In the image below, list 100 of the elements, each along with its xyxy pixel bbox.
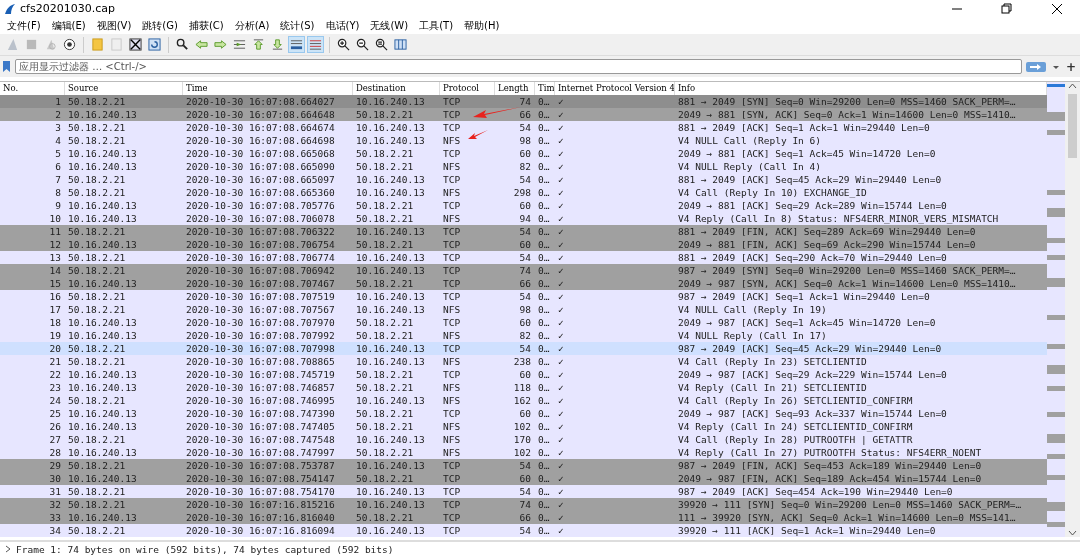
destination-cell-text: 50.18.2.21	[355, 108, 414, 122]
packet-row[interactable]: 31 50.18.2.21 2020-10-30 16:07:08.754170 10.16.240.13 TCP 54 0… ✓ 987 → 2049 [ACK] Seq=454 Ack=190 Win=29440 Len=0	[0, 485, 1047, 499]
packet-row[interactable]: 3 50.18.2.21 2020-10-30 16:07:08.664674 10.16.240.13 TCP 54 0… ✓ 881 → 2049 [ACK] Seq=1 Ack=1 Win=29440 Len=0	[0, 121, 1047, 135]
menu-item[interactable]: 工具(T)	[414, 17, 460, 34]
packet-row[interactable]: 12 10.16.240.13 2020-10-30 16:07:08.706754 50.18.2.21 TCP 60 0… ✓ 2049 → 881 [FIN, ACK] Seq=69 Ack=290 Win=15744 Len=0	[0, 238, 1047, 252]
zoom-reset-icon[interactable]	[373, 36, 390, 53]
packet-row[interactable]: 28 10.16.240.13 2020-10-30 16:07:08.747997 50.18.2.21 NFS 102 0… ✓ V4 Reply (Call In 27) PUTROOTFH Status: NFS4ERR_NOENT	[0, 446, 1047, 460]
check-cell-text: ✓	[557, 108, 564, 122]
menu-item[interactable]: 捕获(C)	[183, 17, 230, 34]
info-cell-text: 881 → 2049 [ACK] Seq=290 Ack=70 Win=29440 Len=0	[677, 251, 947, 265]
packet-row[interactable]: 21 50.18.2.21 2020-10-30 16:07:08.708865 10.16.240.13 NFS 238 0… ✓ V4 Call (Reply In 23) SETCLIENTID	[0, 355, 1047, 369]
check-cell-text: ✓	[557, 329, 564, 343]
table-cell-text: 0…	[537, 498, 550, 512]
check-cell-text: ✓	[557, 121, 564, 135]
time-cell-text: 2020-10-30 16:07:08.664027	[185, 95, 335, 109]
protocol-cell-text: TCP	[442, 511, 461, 525]
scroll-up-icon[interactable]	[1068, 82, 1077, 91]
protocol-cell-text: NFS	[442, 433, 461, 447]
info-cell-text: 987 → 2049 [ACK] Seq=1 Ack=1 Win=29440 Len=0	[677, 290, 930, 304]
source-cell-text: 50.18.2.21	[67, 303, 126, 317]
packet-row[interactable]: 30 10.16.240.13 2020-10-30 16:07:08.754147 50.18.2.21 TCP 60 0… ✓ 2049 → 987 [FIN, ACK] Seq=189 Ack=454 Win=15744 Len=0	[0, 472, 1047, 486]
packet-row[interactable]: 18 10.16.240.13 2020-10-30 16:07:08.707970 50.18.2.21 TCP 60 0… ✓ 2049 → 987 [ACK] Seq=1 Ack=45 Win=14720 Len=0	[0, 316, 1047, 330]
packet-row[interactable]: 2 10.16.240.13 2020-10-30 16:07:08.664648 50.18.2.21 TCP 66 0… ✓ 2049 → 881 [SYN, ACK] Seq=0 Ack=1 Win=14600 Len=0 MSS=1410…	[0, 108, 1047, 122]
reload-icon[interactable]	[146, 36, 163, 53]
packet-row[interactable]: 5 10.16.240.13 2020-10-30 16:07:08.665068 50.18.2.21 TCP 60 0… ✓ 2049 → 881 [ACK] Seq=1 Ack=45 Win=14720 Len=0	[0, 147, 1047, 161]
packet-row[interactable]: 17 50.18.2.21 2020-10-30 16:07:08.707567 10.16.240.13 NFS 98 0… ✓ V4 NULL Call (Reply In 19)	[0, 303, 1047, 317]
check-cell-text: ✓	[557, 433, 564, 447]
time-cell-text: 2020-10-30 16:07:08.746857	[185, 381, 335, 395]
time-cell-text: 2020-10-30 16:07:08.706078	[185, 212, 335, 226]
menu-item[interactable]: 无线(W)	[365, 17, 415, 34]
packet-row[interactable]: 10 10.16.240.13 2020-10-30 16:07:08.706078 50.18.2.21 NFS 94 0… ✓ V4 Reply (Call In 8) Status: NFS4ERR_MINOR_VERS_MISMATCH	[0, 212, 1047, 226]
time-cell-text: 2020-10-30 16:07:08.747548	[185, 433, 335, 447]
vertical-scrollbar[interactable]	[1065, 82, 1080, 538]
protocol-cell-text: TCP	[442, 225, 461, 239]
table-cell-text: 0…	[537, 147, 550, 161]
menu-item[interactable]: 视图(V)	[91, 17, 138, 34]
packet-row[interactable]: 15 10.16.240.13 2020-10-30 16:07:08.707467 50.18.2.21 TCP 66 0… ✓ 2049 → 987 [SYN, ACK] Seq=0 Ack=1 Win=14600 Len=0 MSS=1410…	[0, 277, 1047, 291]
packet-row[interactable]: 32 50.18.2.21 2020-10-30 16:07:16.815216 10.16.240.13 TCP 74 0… ✓ 39920 → 111 [SYN] Seq=0 Win=29200 Len=0 MSS=1460 SACK_PERM=…	[0, 498, 1047, 512]
packet-row[interactable]: 14 50.18.2.21 2020-10-30 16:07:08.706942 10.16.240.13 TCP 74 0… ✓ 987 → 2049 [SYN] Seq=0 Win=29200 Len=0 MSS=1460 SACK_PERM=…	[0, 264, 1047, 278]
info-cell-text: V4 Call (Reply In 23) SETCLIENTID	[677, 355, 867, 369]
packet-row[interactable]: 11 50.18.2.21 2020-10-30 16:07:08.706322 10.16.240.13 TCP 54 0… ✓ 881 → 2049 [FIN, ACK] Seq=289 Ack=69 Win=29440 Len=0	[0, 225, 1047, 239]
packet-row[interactable]: 1 50.18.2.21 2020-10-30 16:07:08.664027 10.16.240.13 TCP 74 0… ✓ 881 → 2049 [SYN] Seq=0 Win=29200 Len=0 MSS=1460 SACK_PERM=…	[0, 95, 1047, 109]
packet-row[interactable]: 16 50.18.2.21 2020-10-30 16:07:08.707519 10.16.240.13 TCP 54 0… ✓ 987 → 2049 [ACK] Seq=1 Ack=1 Win=29440 Len=0	[0, 290, 1047, 304]
menu-item[interactable]: 帮助(H)	[459, 17, 506, 34]
packet-row[interactable]: 19 10.16.240.13 2020-10-30 16:07:08.707992 50.18.2.21 NFS 82 0… ✓ V4 NULL Reply (Call In 17)	[0, 329, 1047, 343]
packet-row[interactable]: 4 50.18.2.21 2020-10-30 16:07:08.664698 10.16.240.13 NFS 98 0… ✓ V4 NULL Call (Reply In 6)	[0, 134, 1047, 148]
time-cell-text: 2020-10-30 16:07:16.816094	[185, 524, 335, 538]
search-icon[interactable]	[174, 36, 191, 53]
check-cell-text: ✓	[557, 472, 564, 486]
menu-item[interactable]: 编辑(E)	[46, 17, 92, 34]
table-cell-text: 0…	[537, 251, 550, 265]
close-icon[interactable]	[127, 36, 144, 53]
menu-item[interactable]: 跳转(G)	[137, 17, 184, 34]
display-filter-field[interactable]: 应用显示过滤器 … <Ctrl-/>	[15, 59, 1022, 75]
zoom-in-icon[interactable]	[335, 36, 352, 53]
table-cell-text: 0…	[537, 329, 550, 343]
table-cell-text: 0…	[537, 511, 550, 525]
zoom-out-icon[interactable]	[354, 36, 371, 53]
length-cell-text: 60	[518, 472, 532, 486]
packet-row[interactable]: 8 50.18.2.21 2020-10-30 16:07:08.665360 10.16.240.13 NFS 298 0… ✓ V4 Call (Reply In 10) EXCHANGE_ID	[0, 186, 1047, 200]
time-cell-text: 2020-10-30 16:07:08.747390	[185, 407, 335, 421]
packet-row[interactable]: 29 50.18.2.21 2020-10-30 16:07:08.753787 10.16.240.13 TCP 54 0… ✓ 987 → 2049 [FIN, ACK] Seq=453 Ack=189 Win=29440 Len=0	[0, 459, 1047, 473]
packet-row[interactable]: 9 10.16.240.13 2020-10-30 16:07:08.705776 50.18.2.21 TCP 60 0… ✓ 2049 → 881 [ACK] Seq=29 Ack=289 Win=15744 Len=0	[0, 199, 1047, 213]
packet-row[interactable]: 33 10.16.240.13 2020-10-30 16:07:16.816040 50.18.2.21 TCP 66 0… ✓ 111 → 39920 [SYN, ACK] Seq=0 Ack=1 Win=14600 Len=0 MSS=141…	[0, 511, 1047, 525]
colorize-icon[interactable]	[307, 36, 324, 53]
packet-row[interactable]: 23 10.16.240.13 2020-10-30 16:07:08.746857 50.18.2.21 NFS 118 0… ✓ V4 Reply (Call In 21) SETCLIENTID	[0, 381, 1047, 395]
resize-columns-icon[interactable]	[392, 36, 409, 53]
packet-row[interactable]: 7 50.18.2.21 2020-10-30 16:07:08.665097 10.16.240.13 TCP 54 0… ✓ 881 → 2049 [ACK] Seq=45 Ack=29 Win=29440 Len=0	[0, 173, 1047, 187]
bookmark-icon[interactable]	[2, 60, 11, 74]
check-cell-text: ✓	[557, 303, 564, 317]
destination-cell-text: 10.16.240.13	[355, 355, 425, 369]
source-cell-text: 50.18.2.21	[67, 498, 126, 512]
protocol-cell-text: NFS	[442, 446, 461, 460]
autoscroll-icon[interactable]	[288, 36, 305, 53]
packet-row[interactable]: 6 10.16.240.13 2020-10-30 16:07:08.665090 50.18.2.21 NFS 82 0… ✓ V4 NULL Reply (Call In 4)	[0, 160, 1047, 174]
packet-row[interactable]: 22 10.16.240.13 2020-10-30 16:07:08.745719 50.18.2.21 TCP 60 0… ✓ 2049 → 987 [ACK] Seq=29 Ack=229 Win=15744 Len=0	[0, 368, 1047, 382]
table-cell-text: 0…	[537, 95, 550, 109]
menu-item[interactable]: 分析(A)	[229, 17, 276, 34]
packet-row[interactable]: 24 50.18.2.21 2020-10-30 16:07:08.746995 10.16.240.13 NFS 162 0… ✓ V4 Call (Reply In 26) SETCLIENTID_CONFIRM	[0, 394, 1047, 408]
add-filter-button[interactable]: +	[1066, 59, 1078, 74]
menu-item[interactable]: 统计(S)	[275, 17, 321, 34]
packet-row[interactable]: 27 50.18.2.21 2020-10-30 16:07:08.747548 10.16.240.13 NFS 170 0… ✓ V4 Call (Reply In 28) PUTROOTFH | GETATTR	[0, 433, 1047, 447]
length-cell-text: 238	[512, 355, 532, 369]
menu-item[interactable]: 文件(F)	[2, 17, 47, 34]
packet-row[interactable]: 26 10.16.240.13 2020-10-30 16:07:08.747405 50.18.2.21 NFS 102 0… ✓ V4 Reply (Call In 24) SETCLIENTID_CONFIRM	[0, 420, 1047, 434]
check-cell-text: ✓	[557, 277, 564, 291]
frame-detail-line[interactable]: Frame 1: 74 bytes on wire (592 bits), 74 bytes captured (592 bits)	[16, 543, 394, 555]
scrollbar-thumb[interactable]	[1068, 94, 1077, 159]
packet-row[interactable]: 34 50.18.2.21 2020-10-30 16:07:16.816094 10.16.240.13 TCP 54 0… ✓ 39920 → 111 [ACK] Seq=1 Ack=1 Win=29440 Len=0	[0, 524, 1047, 538]
length-cell-text: 54	[518, 524, 532, 538]
packet-row[interactable]: 25 10.16.240.13 2020-10-30 16:07:08.747390 50.18.2.21 TCP 60 0… ✓ 2049 → 987 [ACK] Seq=93 Ack=337 Win=15744 Len=0	[0, 407, 1047, 421]
number-cell-text: 34	[48, 524, 62, 538]
packet-row[interactable]: 20 50.18.2.21 2020-10-30 16:07:08.707998 10.16.240.13 TCP 54 0… ✓ 987 → 2049 [ACK] Seq=45 Ack=29 Win=29440 Len=0	[0, 342, 1047, 356]
scroll-down-icon[interactable]	[1068, 529, 1077, 538]
info-cell-text: 39920 → 111 [ACK] Seq=1 Ack=1 Win=29440 Len=0	[677, 524, 936, 538]
menu-item[interactable]: 电话(Y)	[320, 17, 366, 34]
packet-row[interactable]: 13 50.18.2.21 2020-10-30 16:07:08.706774 10.16.240.13 TCP 54 0… ✓ 881 → 2049 [ACK] Seq=290 Ack=70 Win=29440 Len=0	[0, 251, 1047, 265]
table-cell-text: 0…	[537, 368, 550, 382]
collapsed-caret-icon[interactable]	[4, 545, 12, 554]
table-cell-text: 0…	[537, 524, 550, 538]
